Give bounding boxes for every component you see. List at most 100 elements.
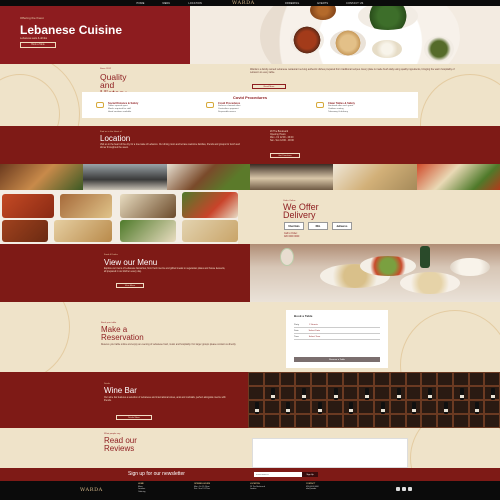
wine-bottle	[491, 388, 496, 400]
wine-cubby	[326, 414, 343, 428]
hero-kicker: Offering the finest	[20, 16, 44, 20]
wine-cubby	[437, 372, 453, 386]
wine-paragraph: Our wine bar features a selection of Leb…	[104, 397, 226, 402]
hero-book-button[interactable]: Book a Table	[20, 42, 56, 48]
bottle-label	[459, 395, 464, 398]
wine-bottle	[333, 388, 338, 400]
wine-cubby	[421, 414, 437, 428]
photo-dessert	[249, 164, 334, 190]
nav-link-contact[interactable]: CONTACT US	[346, 2, 363, 5]
uber-eats-logo[interactable]: Uber Eats	[284, 222, 304, 230]
clean-table-icon	[316, 102, 324, 108]
footer-logo[interactable]: WARDA	[80, 487, 103, 493]
food-tray	[2, 220, 48, 242]
deliveroo-logo[interactable]: deliveroo	[332, 222, 352, 230]
date-select[interactable]: Date Select Date	[294, 330, 380, 334]
footer-link[interactable]: Ordering	[138, 491, 184, 494]
bottle	[420, 246, 430, 268]
wine-cubby	[358, 372, 374, 386]
nav-link-menu[interactable]: MENU	[163, 2, 171, 5]
drinks-menu-button[interactable]: Drinks Menu	[116, 415, 152, 420]
bottle-label	[302, 395, 307, 398]
bottle-label	[254, 409, 259, 412]
wine-cubby	[248, 386, 264, 400]
plate	[450, 258, 490, 276]
covid-column: Social Distance & Safety Tables spaced a…	[96, 102, 186, 114]
food-tray	[182, 192, 238, 218]
field-label: Date	[294, 330, 299, 332]
wine-cubby	[342, 400, 359, 414]
wine-cubby	[405, 386, 422, 400]
twitter-icon[interactable]	[408, 487, 412, 491]
wine-bar-section: Drinks Wine Bar Our wine bar features a …	[0, 372, 500, 428]
wine-bottle	[380, 402, 385, 414]
facebook-icon[interactable]	[396, 487, 400, 491]
view-menu-button[interactable]: View Menu	[116, 283, 144, 288]
wine-cubby	[342, 414, 359, 428]
time-select[interactable]: Time Select Time	[294, 336, 380, 340]
covid-card: Covid Procedures Social Distance & Safet…	[82, 92, 418, 118]
footer-text: London	[250, 488, 257, 491]
menu-title: View our Menu	[104, 258, 158, 267]
newsletter-title: Sign up for our newsletter	[128, 471, 185, 477]
covid-column: Covid Procedures Surfaces cleaned often …	[206, 102, 296, 114]
wine-cubby	[248, 414, 264, 428]
wine-cubby	[358, 414, 374, 428]
del-logo[interactable]: DEL	[308, 222, 328, 230]
wine-cubby	[326, 386, 343, 400]
phone-line[interactable]: 020 0000 0000	[284, 236, 299, 239]
food-tray	[60, 194, 112, 218]
food-tray	[120, 220, 176, 242]
party-select[interactable]: Party 2 Guests	[294, 324, 380, 328]
wine-cubby	[484, 386, 500, 400]
location-title: Location	[100, 134, 131, 143]
nav-link-home[interactable]: HOME	[137, 2, 145, 5]
wine-bottle	[317, 402, 322, 414]
booking-widget: Book a Table Party 2 Guests Date Select Da…	[286, 310, 388, 368]
bottle-label	[475, 409, 480, 412]
wine-cubby	[311, 372, 327, 386]
footer-text[interactable]: info@warda	[306, 488, 352, 491]
quality-paragraph: Warda is a family-owned Lebanese restaur…	[250, 68, 455, 74]
wine-glass	[280, 248, 294, 266]
wine-cubby	[421, 372, 437, 386]
title-line: Delivery	[283, 210, 316, 220]
wine-cubby	[405, 400, 422, 414]
reservation-kicker: Book your table	[101, 322, 117, 324]
wine-cubby	[468, 372, 485, 386]
nav-link-events[interactable]: EVENTS	[317, 2, 328, 5]
nav-link-location[interactable]: LOCATION	[188, 2, 202, 5]
location-section: Find us in the Heart of Location Visit u…	[0, 126, 500, 164]
wine-bottle	[396, 388, 401, 400]
nav-link-ordering[interactable]: ORDERING	[285, 2, 299, 5]
field-value: Select Date	[308, 330, 320, 332]
covid-column: Clean Tables & Safety Sanitized after ea…	[316, 102, 406, 114]
reserve-button[interactable]: Reserve a Table	[294, 357, 380, 362]
wine-cubby	[263, 372, 280, 386]
reviews-widget[interactable]	[252, 438, 408, 468]
newsletter-submit-button[interactable]: Sign Up	[302, 472, 318, 477]
wine-cubby	[421, 400, 437, 414]
instagram-icon[interactable]	[402, 487, 406, 491]
wine-cubby	[389, 400, 406, 414]
wine-cubby	[342, 386, 359, 400]
wine-cubby	[311, 386, 327, 400]
wine-cubby	[326, 372, 343, 386]
wine-cubby	[437, 386, 453, 400]
wine-cubby	[437, 400, 453, 414]
photo-table-spread	[416, 164, 500, 190]
directions-button[interactable]: Get Directions	[270, 153, 300, 158]
wine-bottle	[443, 402, 448, 414]
wine-cubby	[374, 386, 390, 400]
plate	[400, 272, 460, 294]
booking-title: Book a Table	[294, 314, 313, 318]
wine-cubby	[484, 414, 500, 428]
wine-rack-image	[248, 372, 500, 428]
wine-cubby	[279, 372, 296, 386]
wine-cubby	[358, 400, 374, 414]
reservation-title: Make a Reservation	[101, 326, 144, 342]
read-more-button[interactable]: Read More	[252, 84, 286, 89]
wine-title: Wine Bar	[104, 386, 137, 395]
mandala-decoration	[400, 310, 500, 372]
newsletter-email-input[interactable]	[254, 472, 302, 477]
